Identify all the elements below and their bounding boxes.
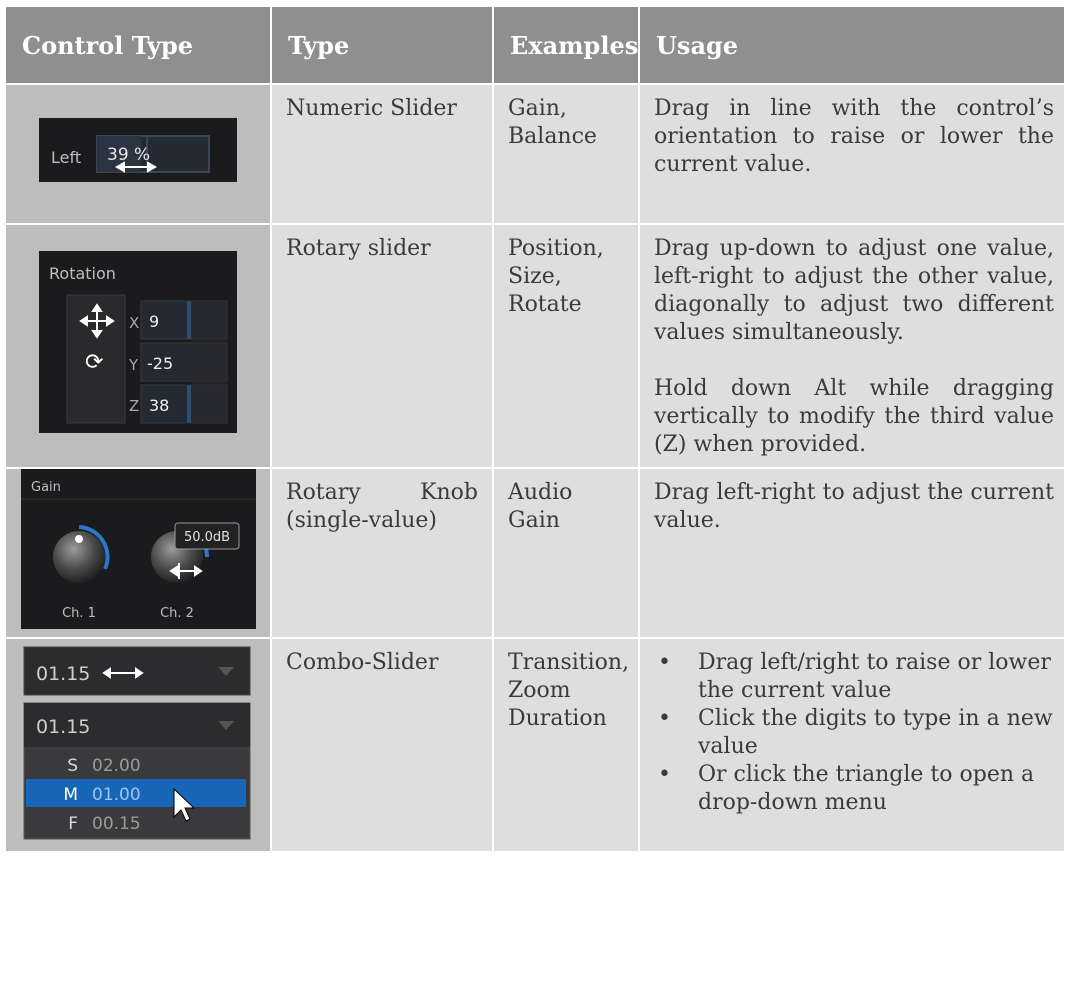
option-key: M [63, 785, 78, 805]
combo-value-top[interactable]: 01.15 [36, 663, 90, 685]
examples-cell: Gain, Balance [493, 84, 640, 225]
option-value: 01.00 [92, 785, 141, 805]
header-control-type: Control Type [6, 7, 272, 85]
rotary-value-x[interactable]: 9 [149, 312, 159, 331]
type-cell: Numeric Slider [271, 84, 494, 225]
header-usage: Usage [639, 7, 1066, 85]
examples-cell: Transition, Zoom Duration [493, 638, 640, 853]
knob-ch1-label: Ch. 1 [62, 606, 96, 621]
header-type: Type [271, 7, 494, 85]
knob-ch2-label: Ch. 2 [160, 606, 194, 621]
axis-label-z: Z [129, 397, 139, 415]
numeric-slider-value[interactable]: 39 % [107, 145, 150, 165]
numeric-slider-label: Left [51, 148, 81, 167]
axis-label-y: Y [128, 356, 139, 374]
usage-cell: Drag in line with the control’s orientat… [639, 84, 1066, 225]
header-examples: Examples [493, 7, 640, 85]
rotary-knob-image: Gain 50.0dB Ch. 1 Ch. 2 [6, 468, 272, 639]
usage-text: Hold down Alt while dragging vertically … [654, 376, 1054, 457]
usage-text: Drag up-down to adjust one value, left-r… [654, 236, 1054, 345]
table-row: 01.15 01.15 S 02.00 M 01.00 F 00.15 Comb… [6, 638, 1066, 853]
usage-cell: Drag left/right to raise or lower the cu… [639, 638, 1066, 853]
option-value: 00.15 [92, 814, 141, 834]
usage-cell: Drag up-down to adjust one value, left-r… [639, 224, 1066, 469]
usage-text: Drag in line with the control’s orientat… [654, 96, 1054, 177]
rotate-icon: ⟳ [85, 350, 103, 375]
option-key: S [67, 756, 78, 776]
option-key: F [68, 814, 78, 834]
dropdown-option[interactable]: M 01.00 [63, 785, 140, 805]
list-item: Click the digits to type in a new value [658, 705, 1054, 761]
type-cell: Rotary slider [271, 224, 494, 469]
knob-title: Gain [31, 480, 61, 495]
table-row: Gain 50.0dB Ch. 1 Ch. 2 Rotary Knob (sin… [6, 468, 1066, 639]
rotary-value-y[interactable]: -25 [147, 354, 173, 373]
combo-value-bottom[interactable]: 01.15 [36, 716, 90, 738]
numeric-slider-widget: Left 39 % [39, 118, 237, 182]
list-item: Drag left/right to raise or lower the cu… [658, 649, 1054, 705]
usage-cell: Drag left-right to adjust the current va… [639, 468, 1066, 639]
table-row: Rotation ⟳ X Y Z 9 -25 38 Rotary slider … [6, 224, 1066, 469]
type-text: Rotary Knob (single-value) [286, 480, 478, 533]
rotary-slider-title: Rotation [49, 264, 116, 283]
combo-slider-image: 01.15 01.15 S 02.00 M 01.00 F 00.15 [6, 638, 272, 853]
knob-tooltip: 50.0dB [183, 530, 229, 545]
usage-text: Drag left-right to adjust the current va… [654, 480, 1054, 533]
examples-cell: Audio Gain [493, 468, 640, 639]
table-row: Left 39 % Numeric Slider Gain, Balance D… [6, 84, 1066, 225]
list-item: Or click the triangle to open a drop-dow… [658, 761, 1054, 817]
rotary-slider-image: Rotation ⟳ X Y Z 9 -25 38 [6, 224, 272, 469]
rotary-knob-widget: Gain 50.0dB Ch. 1 Ch. 2 [20, 469, 256, 629]
type-cell: Combo-Slider [271, 638, 494, 853]
rotary-value-z[interactable]: 38 [149, 396, 169, 415]
control-types-table: Control Type Type Examples Usage Left 39… [6, 7, 1066, 853]
option-value: 02.00 [92, 756, 141, 776]
rotary-slider-widget: Rotation ⟳ X Y Z 9 -25 38 [39, 251, 237, 433]
axis-label-x: X [129, 314, 139, 332]
numeric-slider-image: Left 39 % [6, 84, 272, 225]
examples-cell: Position, Size, Rotate [493, 224, 640, 469]
combo-slider-widget: 01.15 01.15 S 02.00 M 01.00 F 00.15 [23, 646, 251, 840]
usage-bullet-list: Drag left/right to raise or lower the cu… [654, 649, 1054, 817]
header-row: Control Type Type Examples Usage [6, 7, 1066, 85]
type-cell: Rotary Knob (single-value) [271, 468, 494, 639]
